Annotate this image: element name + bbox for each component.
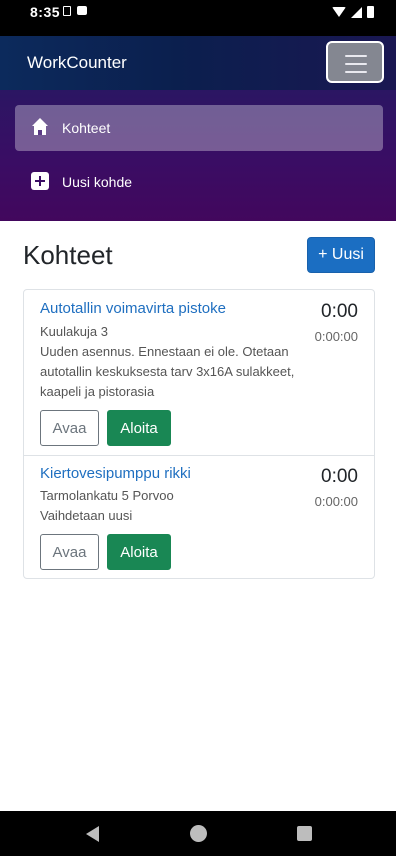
back-icon[interactable]	[86, 826, 99, 842]
open-button[interactable]: Avaa	[40, 534, 99, 570]
job-address: Tarmolankatu 5 Porvoo	[40, 488, 174, 503]
status-time: 8:35	[30, 4, 61, 20]
list-item: Autotallin voimavirta pistoke 0:00 Kuula…	[24, 290, 374, 456]
job-description: Uuden asennus. Ennestaan ei ole. Otetaan…	[40, 344, 295, 399]
sidebar-nav: Kohteet Uusi kohde	[0, 90, 396, 221]
status-right-icons	[332, 6, 374, 18]
page-title: Kohteet	[23, 240, 113, 270]
sim-icon	[63, 6, 71, 16]
plus-square-icon	[31, 172, 49, 190]
job-title-link[interactable]: Kiertovesipumppu rikki	[40, 465, 191, 482]
sd-card-icon	[77, 6, 87, 15]
app-title[interactable]: WorkCounter	[27, 53, 127, 73]
job-time: 0:00	[321, 301, 358, 322]
system-nav-bar	[0, 811, 396, 856]
battery-icon	[367, 6, 374, 18]
job-address: Kuulakuja 3	[40, 324, 108, 339]
recents-icon[interactable]	[297, 826, 312, 841]
start-button[interactable]: Aloita	[107, 534, 171, 570]
wifi-icon	[332, 7, 346, 17]
job-list: Autotallin voimavirta pistoke 0:00 Kuula…	[23, 289, 375, 579]
hamburger-icon	[345, 55, 367, 79]
status-left-icons	[63, 6, 87, 16]
app-header: WorkCounter	[0, 36, 396, 90]
menu-toggle-button[interactable]	[326, 41, 384, 83]
signal-icon	[351, 6, 362, 18]
new-job-button[interactable]: + Uusi	[307, 237, 375, 273]
job-title-link[interactable]: Autotallin voimavirta pistoke	[40, 300, 226, 317]
sidebar-item-uusi-kohde[interactable]: Uusi kohde	[15, 159, 383, 205]
sidebar-item-label: Uusi kohde	[62, 174, 133, 190]
sidebar-item-label: Kohteet	[62, 120, 111, 136]
home-icon	[31, 118, 49, 136]
open-button[interactable]: Avaa	[40, 410, 99, 446]
sidebar-item-kohteet[interactable]: Kohteet	[15, 105, 383, 151]
home-circle-icon[interactable]	[190, 825, 207, 842]
status-bar: 8:35	[0, 0, 396, 36]
job-description: Vaihdetaan uusi	[40, 508, 133, 523]
job-time: 0:00	[321, 466, 358, 487]
list-item: Kiertovesipumppu rikki 0:00 Tarmolankatu…	[24, 456, 374, 579]
start-button[interactable]: Aloita	[107, 410, 171, 446]
